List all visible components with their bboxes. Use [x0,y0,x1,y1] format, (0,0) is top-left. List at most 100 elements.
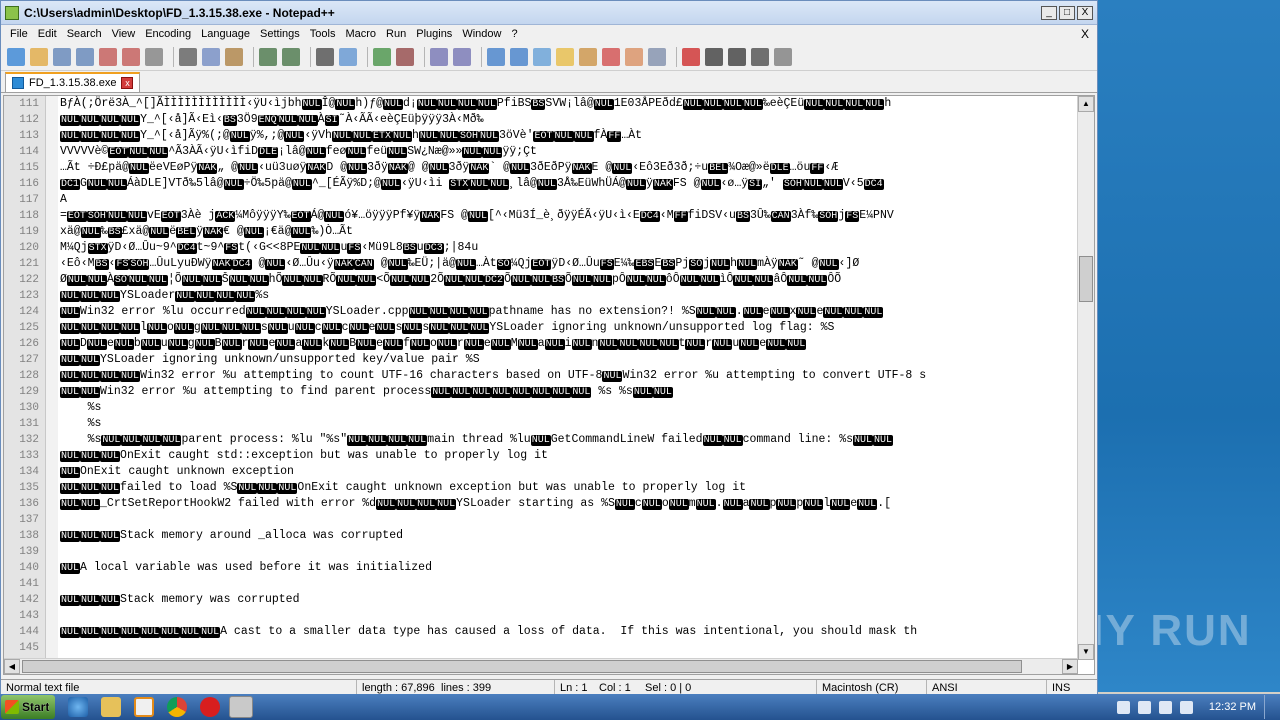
replace-icon[interactable] [339,47,357,66]
code-line[interactable]: ‹Eô‹MBS‹FS SOH…ÛuLyuÐWÿNAK DC4 @NUL‹Ø…Ûu‹ÿ… [60,256,1078,272]
code-line[interactable]: DC1GNUL NULÁàDLE]VTð‰5lâ@NUL÷Ö‰5pä@NUL^_[… [60,176,1078,192]
code-line[interactable]: NUL NUL NULYSLoaderNUL NUL NUL NUL%s [60,288,1078,304]
volume-icon[interactable] [1158,700,1172,714]
menu-file[interactable]: File [5,28,33,40]
notepadpp-taskbar-icon[interactable] [229,696,253,718]
code-line[interactable]: NULWin32 error %lu occurredNUL NUL NUL NULY… [60,304,1078,320]
code-line[interactable]: NUL NUL NULStack memory was corrupted [60,592,1078,608]
scroll-down-icon[interactable]: ▼ [1078,644,1094,660]
start-button[interactable]: Start [1,695,55,719]
tab-fd-exe[interactable]: FD_1.3.15.38.exe x [5,72,141,92]
indent-guide-icon[interactable] [533,47,551,66]
menu-view[interactable]: View [107,28,141,40]
close-all-icon[interactable] [122,47,140,66]
code-line[interactable] [60,608,1078,624]
find-icon[interactable] [316,47,334,66]
word-wrap-icon[interactable] [487,47,505,66]
code-line[interactable]: NUL NUL NULStack memory around _alloca was… [60,528,1078,544]
code-line[interactable] [60,544,1078,560]
close-icon[interactable] [99,47,117,66]
code-line[interactable]: %sNUL NUL NUL NULparent process: %lu "%s"NU… [60,432,1078,448]
minimize-button[interactable]: _ [1041,5,1057,20]
menu-encoding[interactable]: Encoding [140,28,196,40]
save-all-icon[interactable] [76,47,94,66]
code-line[interactable]: NUL NUL NUL NUL NUL NUL NUL NULA cast to a smal… [60,624,1078,640]
code-line[interactable]: …Ãt ÷Ð£pä@NULëeVEøPÿNAK„ @NUL‹uü3uøÿNAKD… [60,160,1078,176]
clock[interactable]: 12:32 PM [1209,701,1256,713]
text-area[interactable]: BƒÀ(;Örë3À_^[]ÃÌÌÌÌÌÌÌÌÌÌÌÌ‹ÿU‹ìjbhNULÎ@… [60,96,1078,660]
code-line[interactable]: NULDNULeNULbNULuNULgNULBNULrNULeNULaNULk… [60,336,1078,352]
code-line[interactable]: NUL NUL NUL NULY_^[‹å]Ã‹Eì‹BS3Ö9ENQ NUL NULÀS… [60,112,1078,128]
code-line[interactable]: NUL NUL_CrtSetReportHookW2 failed with er… [60,496,1078,512]
code-line[interactable]: NULA local variable was used before it w… [60,560,1078,576]
vertical-scrollbar[interactable]: ▲ ▼ [1077,96,1094,660]
play-multiple-icon[interactable] [751,47,769,66]
cut-icon[interactable] [179,47,197,66]
save-icon[interactable] [53,47,71,66]
code-line[interactable]: NULOnExit caught unknown exception [60,464,1078,480]
explorer-icon[interactable] [101,697,121,717]
code-line[interactable]: =EOT SOH NUL NULvEEOT3Àè jACK¼MôÿÿÿY‰EOTÁ@N… [60,208,1078,224]
menu-plugins[interactable]: Plugins [411,28,457,40]
scroll-right-icon[interactable]: ▶ [1062,659,1078,674]
editor[interactable]: 111 112 113 114 115 116 117 118 119 120 121 122 123 1… [3,95,1095,675]
code-line[interactable]: NUL NULWin32 error %u attempting to find … [60,384,1078,400]
vertical-scroll-thumb[interactable] [1079,256,1093,302]
code-line[interactable]: BƒÀ(;Örë3À_^[]ÃÌÌÌÌÌÌÌÌÌÌÌÌ‹ÿU‹ìjbhNULÎ@… [60,96,1078,112]
menu-tools[interactable]: Tools [305,28,341,40]
menu-window[interactable]: Window [457,28,506,40]
code-line[interactable]: NUL NUL NUL NULY_^[‹å]Ãÿ%(;@NULÿ%,;@NUL‹ÿVh… [60,128,1078,144]
show-all-chars-icon[interactable] [510,47,528,66]
stop-record-icon[interactable] [705,47,723,66]
scroll-left-icon[interactable]: ◀ [4,659,20,674]
close-window-button[interactable]: X [1077,5,1093,20]
play-macro-icon[interactable] [728,47,746,66]
menu-language[interactable]: Language [196,28,255,40]
code-line[interactable] [60,576,1078,592]
menu-run[interactable]: Run [381,28,411,40]
code-line[interactable]: M¼QjSTXÿD‹Ø…Ûu~9^DC4t~9^FSt(‹G<<8PENUL NU… [60,240,1078,256]
sync-h-icon[interactable] [453,47,471,66]
code-line[interactable] [60,512,1078,528]
save-macro-icon[interactable] [774,47,792,66]
code-line[interactable]: NUL NUL NULfailed to load %SNUL NUL NULOnExi… [60,480,1078,496]
zoom-out-icon[interactable] [396,47,414,66]
new-file-icon[interactable] [7,47,25,66]
horizontal-scrollbar[interactable]: ◀ ▶ [4,658,1078,674]
code-line[interactable]: xä@NUL‰BS£xä@NULëBELÿNAK€ @NUL¡€ä@NUL‰)Ò… [60,224,1078,240]
folder-as-workspace-icon[interactable] [625,47,643,66]
code-line[interactable]: %s [60,400,1078,416]
code-line[interactable]: NUL NUL NUL NULlNULoNULgNUL NUL NULsNULuNULcN… [60,320,1078,336]
monitor-icon[interactable] [648,47,666,66]
copy-icon[interactable] [202,47,220,66]
flag-tray-icon[interactable] [1179,700,1193,714]
function-list-icon[interactable] [602,47,620,66]
user-lang-icon[interactable] [556,47,574,66]
chrome-icon[interactable] [167,697,187,717]
code-line[interactable] [60,640,1078,656]
zoom-in-icon[interactable] [373,47,391,66]
action-center-icon[interactable] [1116,700,1130,714]
opera-icon[interactable] [200,697,220,717]
menu-settings[interactable]: Settings [255,28,305,40]
open-file-icon[interactable] [30,47,48,66]
paste-icon[interactable] [225,47,243,66]
undo-icon[interactable] [259,47,277,66]
code-line[interactable]: NUL NUL NUL NULWin32 error %u attempting to… [60,368,1078,384]
record-macro-icon[interactable] [682,47,700,66]
menu-search[interactable]: Search [62,28,107,40]
code-line[interactable]: %s [60,416,1078,432]
close-document-button[interactable]: X [1081,27,1089,41]
fold-margin[interactable] [46,96,58,660]
title-bar[interactable]: C:\Users\admin\Desktop\FD_1.3.15.38.exe … [1,1,1097,25]
code-line[interactable]: ØNUL NULÀSO NUL NUL¦ÕNUL NULŠNUL NULhÕNUL NULR… [60,272,1078,288]
ie-icon[interactable] [68,697,88,717]
menu-macro[interactable]: Macro [340,28,381,40]
sync-v-icon[interactable] [430,47,448,66]
tab-close-button[interactable]: x [121,77,134,89]
code-line[interactable]: VVVVVè©EOT NUL NUL^Ã3ÀÃ‹ÿU‹ìfiDDLE¡lâ@NULf… [60,144,1078,160]
redo-icon[interactable] [282,47,300,66]
print-icon[interactable] [145,47,163,66]
menu-help[interactable]: ? [506,28,522,40]
code-line[interactable]: NUL NUL NULOnExit caught std::exception bu… [60,448,1078,464]
